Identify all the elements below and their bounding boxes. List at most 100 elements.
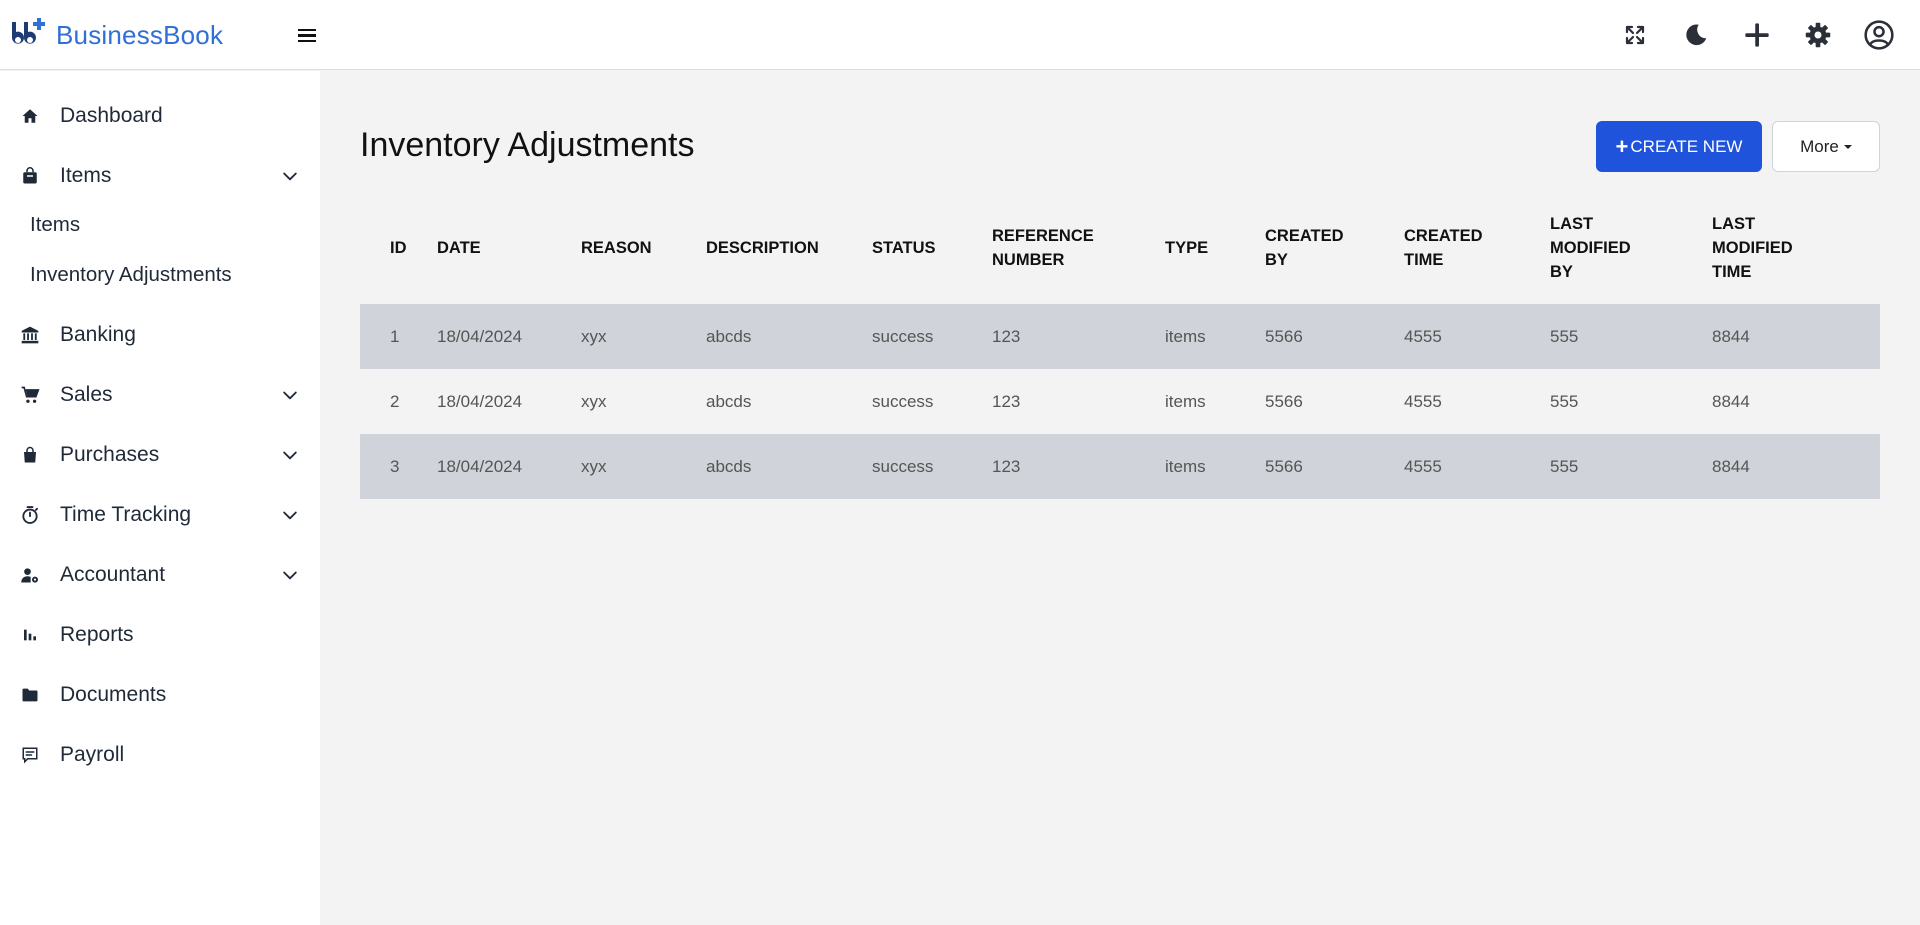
home-icon <box>20 106 40 126</box>
cell-type: items <box>1165 391 1206 411</box>
plus-icon[interactable] <box>1740 18 1774 52</box>
sidebar-item-payroll[interactable]: Payroll <box>0 735 320 775</box>
page-title: Inventory Adjustments <box>360 126 695 164</box>
sidebar-item-accountant[interactable]: Accountant <box>0 555 320 595</box>
sidebar-item-label: Items <box>60 164 112 187</box>
sidebar-item-label: Reports <box>60 623 134 646</box>
column-header-reason[interactable]: REASON <box>581 190 706 304</box>
cell-last-modified-by: 555 <box>1550 391 1579 411</box>
more-dropdown-button[interactable]: More <box>1772 121 1880 172</box>
cell-status: success <box>872 326 934 346</box>
table-row[interactable]: 2 18/04/2024 xyx abcds success 123 items 5566 45… <box>360 369 1880 434</box>
column-header-text: DATE <box>437 239 481 257</box>
user-gear-icon <box>20 565 40 585</box>
bar-chart-icon <box>20 625 40 645</box>
column-header-text: MODIFIED <box>1712 239 1793 257</box>
cell-last-modified-time: 8844 <box>1712 326 1750 346</box>
column-header-text: STATUS <box>872 239 936 257</box>
sidebar-subitem-items[interactable]: Items <box>30 207 80 243</box>
column-header-type[interactable]: TYPE <box>1165 190 1265 304</box>
table-header-row: ID DATE REASON DESCRIPTION STATUS REFERENCE NU… <box>360 190 1880 304</box>
cell-reason: xyx <box>581 456 607 476</box>
cell-last-modified-by: 555 <box>1550 326 1579 346</box>
sidebar-item-label: Purchases <box>60 443 160 466</box>
chevron-down-icon[interactable] <box>280 385 300 405</box>
folder-icon <box>20 685 40 705</box>
sidebar-item-label: Banking <box>60 323 136 346</box>
top-header: BusinessBook <box>0 0 1920 70</box>
sidebar-item-banking[interactable]: Banking <box>0 315 320 355</box>
column-header-text: CREATED <box>1265 227 1344 245</box>
cell-description: abcds <box>706 326 752 346</box>
cell-id: 3 <box>390 456 400 476</box>
cell-type: items <box>1165 326 1206 346</box>
sidebar-item-label: Documents <box>60 683 167 706</box>
cart-icon <box>20 385 40 405</box>
fullscreen-icon[interactable] <box>1618 18 1652 52</box>
brand[interactable]: BusinessBook <box>10 18 223 52</box>
hamburger-menu-icon[interactable] <box>295 25 319 49</box>
sidebar-item-purchases[interactable]: Purchases <box>0 435 320 475</box>
sidebar-subitem-inventory-adjustments[interactable]: Inventory Adjustments <box>30 257 232 293</box>
column-header-text: CREATED <box>1404 227 1483 245</box>
sidebar-item-dashboard[interactable]: Dashboard <box>0 96 320 136</box>
cell-reason: xyx <box>581 326 607 346</box>
sidebar-item-documents[interactable]: Documents <box>0 675 320 715</box>
cell-date: 18/04/2024 <box>437 391 523 411</box>
cell-created-time: 4555 <box>1404 326 1442 346</box>
sidebar-item-sales[interactable]: Sales <box>0 375 320 415</box>
sidebar-item-label: Dashboard <box>60 104 163 127</box>
column-header-text: LAST <box>1550 215 1594 233</box>
header-actions <box>1591 18 1896 52</box>
plus-icon: + <box>1615 133 1629 159</box>
column-header-text: BY <box>1265 251 1288 269</box>
sidebar-item-reports[interactable]: Reports <box>0 615 320 655</box>
cell-status: success <box>872 456 934 476</box>
gear-icon[interactable] <box>1801 18 1835 52</box>
chevron-down-icon[interactable] <box>280 445 300 465</box>
cell-reference-number: 123 <box>992 456 1021 476</box>
column-header-text: LAST <box>1712 215 1756 233</box>
cell-status: success <box>872 391 934 411</box>
cell-description: abcds <box>706 456 752 476</box>
sidebar-item-label: Time Tracking <box>60 503 192 526</box>
column-header-id[interactable]: ID <box>360 190 437 304</box>
sidebar-item-time-tracking[interactable]: Time Tracking <box>0 495 320 535</box>
sidebar-item-items[interactable]: Items <box>0 156 320 196</box>
table-row[interactable]: 1 18/04/2024 xyx abcds success 123 items 5566 45… <box>360 304 1880 369</box>
column-header-status[interactable]: STATUS <box>872 190 992 304</box>
cell-last-modified-time: 8844 <box>1712 456 1750 476</box>
column-header-created-by[interactable]: CREATED BY <box>1265 190 1404 304</box>
shopping-bag-icon <box>20 445 40 465</box>
create-new-button[interactable]: + CREATE NEW <box>1596 121 1762 172</box>
column-header-description[interactable]: DESCRIPTION <box>706 190 872 304</box>
cell-created-by: 5566 <box>1265 456 1303 476</box>
bank-icon <box>20 325 40 345</box>
cell-id: 2 <box>390 391 400 411</box>
inventory-adjustments-table: ID DATE REASON DESCRIPTION STATUS REFERENCE NU… <box>360 190 1880 499</box>
column-header-reference-number[interactable]: REFERENCE NUMBER <box>992 190 1165 304</box>
create-new-label: CREATE NEW <box>1630 136 1743 156</box>
brand-name: BusinessBook <box>56 19 224 50</box>
column-header-text: DESCRIPTION <box>706 239 819 257</box>
chevron-down-icon[interactable] <box>280 505 300 525</box>
column-header-text: BY <box>1550 263 1573 281</box>
column-header-created-time[interactable]: CREATED TIME <box>1404 190 1550 304</box>
chevron-up-icon[interactable] <box>280 166 300 186</box>
moon-icon[interactable] <box>1679 18 1713 52</box>
more-label: More <box>1800 136 1839 156</box>
cell-created-by: 5566 <box>1265 326 1303 346</box>
cell-reference-number: 123 <box>992 391 1021 411</box>
chevron-down-icon[interactable] <box>280 565 300 585</box>
cell-created-time: 4555 <box>1404 456 1442 476</box>
column-header-date[interactable]: DATE <box>437 190 581 304</box>
bag-icon <box>20 166 40 186</box>
column-header-text: TIME <box>1404 251 1444 269</box>
brand-logo-icon <box>11 18 45 44</box>
cell-created-by: 5566 <box>1265 391 1303 411</box>
caret-down-icon <box>1843 144 1852 149</box>
column-header-last-modified-time[interactable]: LAST MODIFIED TIME <box>1712 190 1880 304</box>
table-row[interactable]: 3 18/04/2024 xyx abcds success 123 items 5566 45… <box>360 434 1880 499</box>
account-icon[interactable] <box>1862 18 1896 52</box>
column-header-last-modified-by[interactable]: LAST MODIFIED BY <box>1550 190 1712 304</box>
